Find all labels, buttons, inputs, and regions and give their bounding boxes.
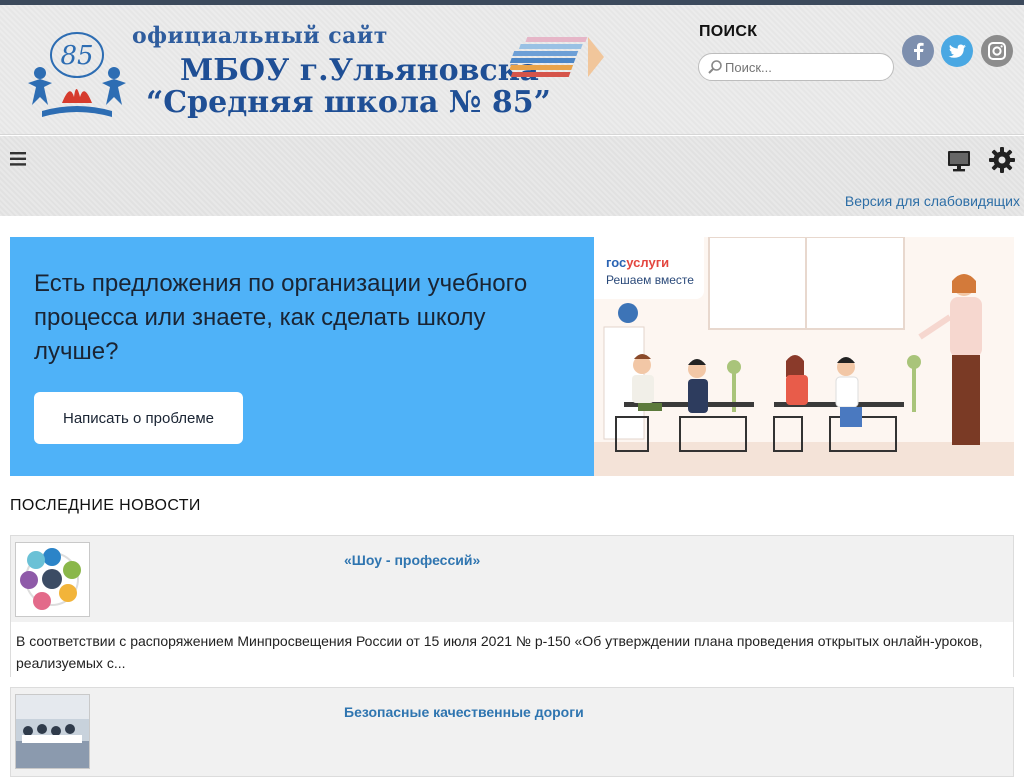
instagram-icon [988,42,1006,60]
search-icon[interactable] [707,59,723,75]
banner-illustration: госуслуги Решаем вместе [594,237,1014,476]
news-section-title: ПОСЛЕДНИЕ НОВОСТИ [10,497,201,514]
news-title-link[interactable]: «Шоу - профессий» [344,552,480,568]
news-item: «Шоу - профессий» В соответствии с распо… [10,535,1014,677]
student-2 [688,359,708,413]
instagram-button[interactable] [981,35,1013,67]
site-subtitle: официальный сайт [132,23,388,49]
facebook-icon [914,42,924,60]
school-logo[interactable]: 85 [22,25,132,125]
banner-text-panel: Есть предложения по организации учебного… [10,237,594,476]
search-label: ПОИСК [699,23,758,40]
pencils-decoration [510,37,604,77]
news-thumbnail[interactable] [15,694,90,769]
search-box[interactable] [698,53,894,81]
twitter-icon [948,44,966,58]
gosuslugi-banner: Есть предложения по организации учебного… [10,237,1014,476]
search-input[interactable] [725,57,885,77]
news-title-link[interactable]: Безопасные качественные дороги [344,704,584,720]
twitter-button[interactable] [941,35,973,67]
news-excerpt: В соответствии с распоряжением Минпросве… [11,622,1013,677]
gosuslugi-logo: госуслуги [606,255,669,270]
banner-text: Есть предложения по организации учебного… [34,270,528,365]
gosuslugi-tagline: Решаем вместе [606,273,694,287]
safe-roads-image [16,695,89,768]
hamburger-icon[interactable] [10,152,26,166]
school-name-line2: “Средняя школа № 85” [146,85,551,120]
gosuslugi-badge[interactable]: госуслуги Решаем вместе [594,237,704,299]
gosuslugi-logo-part-a: гос [606,255,627,270]
logo-number: 85 [60,41,93,71]
news-thumbnail[interactable] [15,542,90,617]
monitor-icon[interactable] [947,150,971,172]
report-problem-button[interactable]: Написать о проблеме [34,392,243,444]
news-item: Безопасные качественные дороги [10,687,1014,777]
professions-show-image [20,548,81,610]
school-name-line1: МБОУ г.Ульяновска [180,53,539,88]
teacher [918,274,982,445]
low-vision-link[interactable]: Версия для слабовидящих [845,193,1020,209]
nav-bar: Версия для слабовидящих [0,136,1024,216]
gear-icon[interactable] [988,146,1016,174]
gosuslugi-logo-part-b: услуги [626,255,670,270]
student-3 [786,355,808,405]
facebook-button[interactable] [902,35,934,67]
site-header: 85 официальный сайт МБОУ г.Ульяновска “С… [0,5,1024,135]
